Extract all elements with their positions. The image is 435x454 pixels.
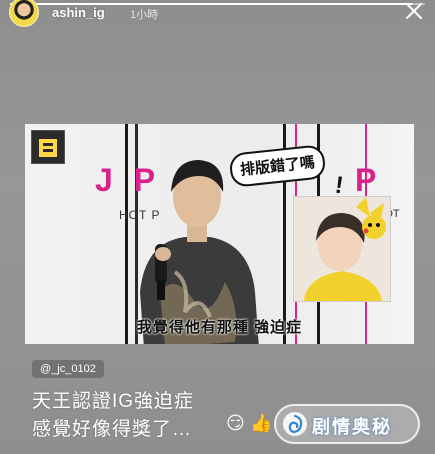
channel-logo	[31, 130, 65, 164]
watermark-logo-icon	[283, 412, 307, 436]
caption-line-2: 感覺好像得獎了…	[32, 419, 193, 440]
caption-line-1: 天王認證IG強迫症	[32, 391, 195, 412]
smirk-emoji: 😏	[226, 413, 245, 433]
inset-photo	[293, 196, 391, 302]
thumbs-up-emoji: 👍	[250, 413, 273, 433]
mention-tag[interactable]: @_jc_0102	[32, 360, 104, 378]
watermark-text: 剧情奥秘	[312, 417, 392, 437]
username[interactable]: ashin_ig	[52, 5, 105, 20]
watermark-badge: 剧情奥秘	[274, 404, 420, 444]
story-header: ashin_ig 1小時	[0, 0, 435, 28]
video-subtitle: 我覺得他有那種 強迫症	[136, 319, 303, 336]
shared-post-image[interactable]: J P P O HOT P POT 排版錯了嗎 ! 我覺得	[25, 124, 414, 344]
close-icon[interactable]	[403, 0, 425, 22]
time-ago: 1小時	[130, 9, 159, 21]
avatar[interactable]	[9, 0, 39, 27]
